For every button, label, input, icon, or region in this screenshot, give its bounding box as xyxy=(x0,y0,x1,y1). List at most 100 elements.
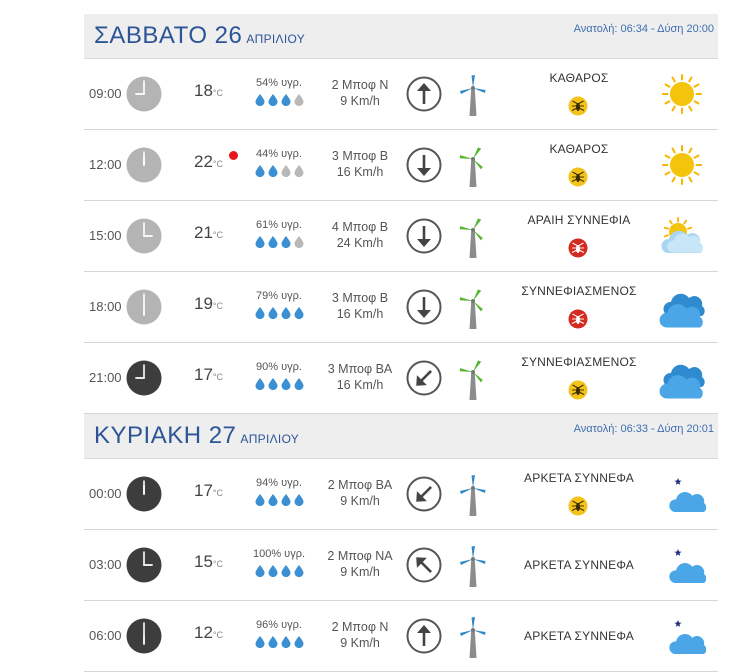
wind-info: 2 Μποφ Ν 9 Km/h xyxy=(320,619,400,651)
humidity-drops xyxy=(249,635,309,649)
max-temp-dot-icon xyxy=(229,151,238,160)
wind-beaufort: 3 Μποφ Β xyxy=(331,149,389,163)
wind-direction-arrow-icon xyxy=(406,476,442,512)
wind-speed: 9 Km/h xyxy=(340,636,380,650)
time-label: 12:00 xyxy=(89,157,122,172)
drop-icon xyxy=(267,164,279,178)
humidity: 61% υγρ. xyxy=(249,219,309,249)
drop-icon xyxy=(254,235,266,249)
wind-turbine-icon xyxy=(455,215,491,259)
mosquito-icon xyxy=(568,380,588,400)
forecast-row: 12:00 22°C 44% υγρ. 3 Μποφ Β 16 Km/h ΚΑΘΑΡΟ… xyxy=(84,130,718,201)
temperature-value: 15 xyxy=(194,552,213,571)
mosquito-icon xyxy=(568,496,588,516)
condition-text: ΑΡΑΙΗ ΣΥΝΝΕΦΙΑ xyxy=(527,213,631,227)
day-title: ΣΑΒΒΑΤΟ 26 ΑΠΡΙΛΙΟΥ xyxy=(94,22,305,50)
day-title: ΚΥΡΙΑΚΗ 27 ΑΠΡΙΛΙΟΥ xyxy=(94,422,299,450)
wind-beaufort: 4 Μποφ Β xyxy=(331,220,389,234)
wind-direction-arrow-icon xyxy=(406,289,442,325)
drop-icon xyxy=(267,564,279,578)
temperature-unit: °C xyxy=(212,630,224,640)
temperature: 19°C xyxy=(194,294,223,314)
wind-turbine-icon xyxy=(455,473,491,517)
drop-icon xyxy=(293,306,305,320)
wind-direction-arrow-icon xyxy=(406,76,442,112)
drop-icon xyxy=(280,235,292,249)
humidity-drops xyxy=(249,164,309,178)
clock-icon xyxy=(126,618,162,654)
wind-turbine-icon xyxy=(455,286,491,330)
drop-icon xyxy=(293,235,305,249)
time-label: 06:00 xyxy=(89,628,122,643)
forecast-row: 21:00 17°C 90% υγρ. 3 Μποφ ΒΑ 16 Km/h ΣΥΝΝΕ… xyxy=(84,343,718,414)
sun-icon xyxy=(658,71,706,117)
temperature-value: 22 xyxy=(194,152,213,171)
drop-icon xyxy=(280,377,292,391)
temperature: 22°C xyxy=(194,152,223,172)
drop-icon xyxy=(267,377,279,391)
wind-turbine-icon xyxy=(455,615,491,659)
clock-icon xyxy=(126,360,162,396)
condition-text: ΑΡΚΕΤΑ ΣΥΝΝΕΦΑ xyxy=(524,629,634,643)
drop-icon xyxy=(267,493,279,507)
clock-icon xyxy=(126,289,162,325)
drop-icon xyxy=(254,306,266,320)
wind-info: 2 Μποφ ΒΑ 9 Km/h xyxy=(320,477,400,509)
temperature-unit: °C xyxy=(212,372,224,382)
drop-icon xyxy=(267,635,279,649)
clock-icon xyxy=(126,547,162,583)
temperature: 17°C xyxy=(194,365,223,385)
mosquito-icon xyxy=(568,238,588,258)
condition-text: ΑΡΚΕΤΑ ΣΥΝΝΕΦΑ xyxy=(524,471,634,485)
drop-icon xyxy=(254,377,266,391)
humidity: 94% υγρ. xyxy=(249,477,309,507)
condition-text: ΚΑΘΑΡΟΣ xyxy=(549,71,609,85)
forecast-row: 06:00 12°C 96% υγρ. 2 Μποφ Ν 9 Km/h ΑΡΚΕΤΑ … xyxy=(84,601,718,672)
drop-icon xyxy=(267,235,279,249)
wind-info: 2 Μποφ ΝΑ 9 Km/h xyxy=(320,548,400,580)
cloudy-icon xyxy=(658,355,706,401)
forecast-row: 18:00 19°C 79% υγρ. 3 Μποφ Β 16 Km/h ΣΥΝΝΕΦ… xyxy=(84,272,718,343)
wind-info: 2 Μποφ Ν 9 Km/h xyxy=(320,77,400,109)
drop-icon xyxy=(293,564,305,578)
temperature-unit: °C xyxy=(212,88,224,98)
day-header: ΚΥΡΙΑΚΗ 27 ΑΠΡΙΛΙΟΥ Ανατολή: 06:33 - Δύση … xyxy=(84,414,718,459)
humidity-drops xyxy=(249,493,309,507)
temperature-unit: °C xyxy=(212,159,224,169)
wind-speed: 16 Km/h xyxy=(336,378,384,392)
wind-turbine-icon xyxy=(455,73,491,117)
humidity-text: 94% υγρ. xyxy=(256,477,302,489)
temperature-value: 17 xyxy=(194,365,213,384)
forecast-row: 00:00 17°C 94% υγρ. 2 Μποφ ΒΑ 9 Km/h ΑΡΚΕΤΑ… xyxy=(84,459,718,530)
night-cloudy-icon xyxy=(658,542,707,588)
drop-icon xyxy=(280,564,292,578)
cloudy-icon xyxy=(658,284,706,330)
wind-direction-arrow-icon xyxy=(406,547,442,583)
humidity-text: 61% υγρ. xyxy=(256,219,302,231)
mosquito-icon xyxy=(568,96,588,116)
drop-icon xyxy=(267,93,279,107)
wind-info: 3 Μποφ Β 16 Km/h xyxy=(320,148,400,180)
humidity-text: 79% υγρ. xyxy=(256,290,302,302)
wind-direction-arrow-icon xyxy=(406,618,442,654)
clock-icon xyxy=(126,147,162,183)
wind-direction-arrow-icon xyxy=(406,360,442,396)
wind-beaufort: 2 Μποφ Ν xyxy=(331,78,389,92)
temperature-value: 19 xyxy=(194,294,213,313)
time-label: 21:00 xyxy=(89,370,122,385)
humidity-text: 44% υγρ. xyxy=(256,148,302,160)
humidity-text: 96% υγρ. xyxy=(256,619,302,631)
humidity-drops xyxy=(249,93,309,107)
temperature: 15°C xyxy=(194,552,223,572)
humidity-text: 54% υγρ. xyxy=(256,77,302,89)
temperature-value: 12 xyxy=(194,623,213,642)
clock-icon xyxy=(126,76,162,112)
humidity-drops xyxy=(249,306,309,320)
time-label: 15:00 xyxy=(89,228,122,243)
humidity-drops xyxy=(249,377,309,391)
drop-icon xyxy=(293,493,305,507)
condition-text: ΑΡΚΕΤΑ ΣΥΝΝΕΦΑ xyxy=(524,558,634,572)
wind-speed: 9 Km/h xyxy=(340,494,380,508)
temperature: 21°C xyxy=(194,223,223,243)
condition-text: ΣΥΝΝΕΦΙΑΣΜΕΝΟΣ xyxy=(521,284,637,298)
